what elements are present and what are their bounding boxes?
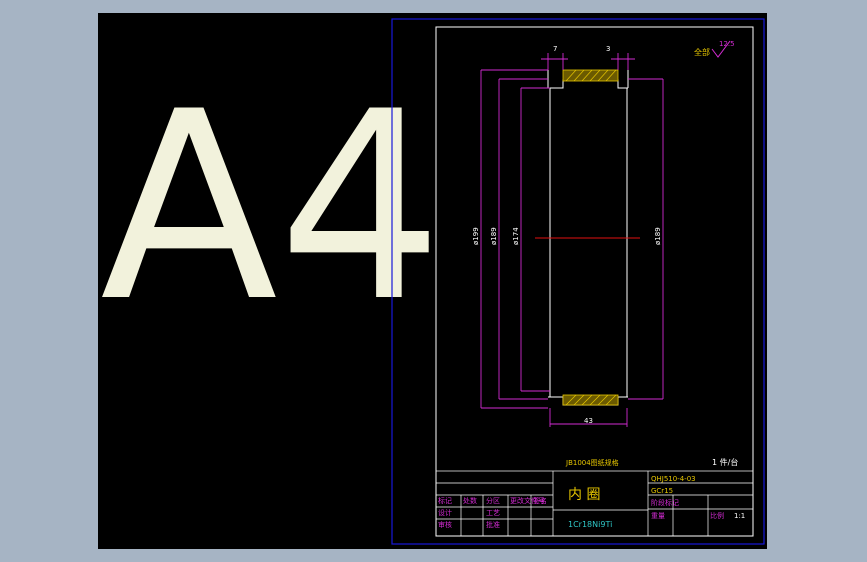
tb-header-1: 处数: [463, 496, 477, 505]
tb-right-label-2: 比例: [710, 511, 724, 520]
material-code: GCr15: [651, 487, 673, 495]
material: 1Cr18Ni9Ti: [568, 520, 612, 529]
tb-header-0: 标记: [438, 496, 452, 505]
dim-diameter-2: ø189: [490, 227, 498, 245]
roughness-symbol: 12.5: [711, 40, 735, 58]
cad-drawing: A4 全部 12.5 7 3 ø199 ø189 ø174 ø189 43 JB…: [100, 18, 765, 545]
drawing-canvas: A4 全部 12.5 7 3 ø199 ø189 ø174 ø189 43 JB…: [98, 13, 767, 549]
tb-right-label-0: 阶段标记: [651, 498, 679, 507]
dim-diameter-right: ø189: [654, 227, 662, 245]
tb-row-2: 工艺: [486, 509, 500, 517]
drawing-note: JB1004图纸规格: [565, 458, 619, 467]
svg-text:12.5: 12.5: [719, 40, 735, 48]
dim-length: 43: [584, 417, 593, 425]
tb-row-1: 审核: [438, 520, 452, 529]
tb-row-0: 设计: [438, 508, 452, 517]
quantity: 1 件/台: [712, 457, 738, 467]
dim-width-right: 3: [606, 45, 610, 53]
title-symbol: 全部: [694, 47, 710, 57]
tb-header-2: 分区: [486, 496, 500, 505]
tb-header-4: 签名: [533, 496, 547, 505]
dim-width-left: 7: [553, 45, 557, 53]
scale: 1:1: [734, 512, 745, 520]
drawing-number: QHJ510-4-03: [651, 475, 696, 483]
part-name: 内 圈: [568, 487, 600, 503]
tb-row-3: 批准: [486, 520, 500, 529]
dimension-lines: [480, 53, 664, 427]
tb-right-label-1: 重量: [651, 512, 665, 520]
dim-outer-diameter: ø199: [472, 227, 480, 245]
dim-diameter-3: ø174: [512, 227, 520, 245]
